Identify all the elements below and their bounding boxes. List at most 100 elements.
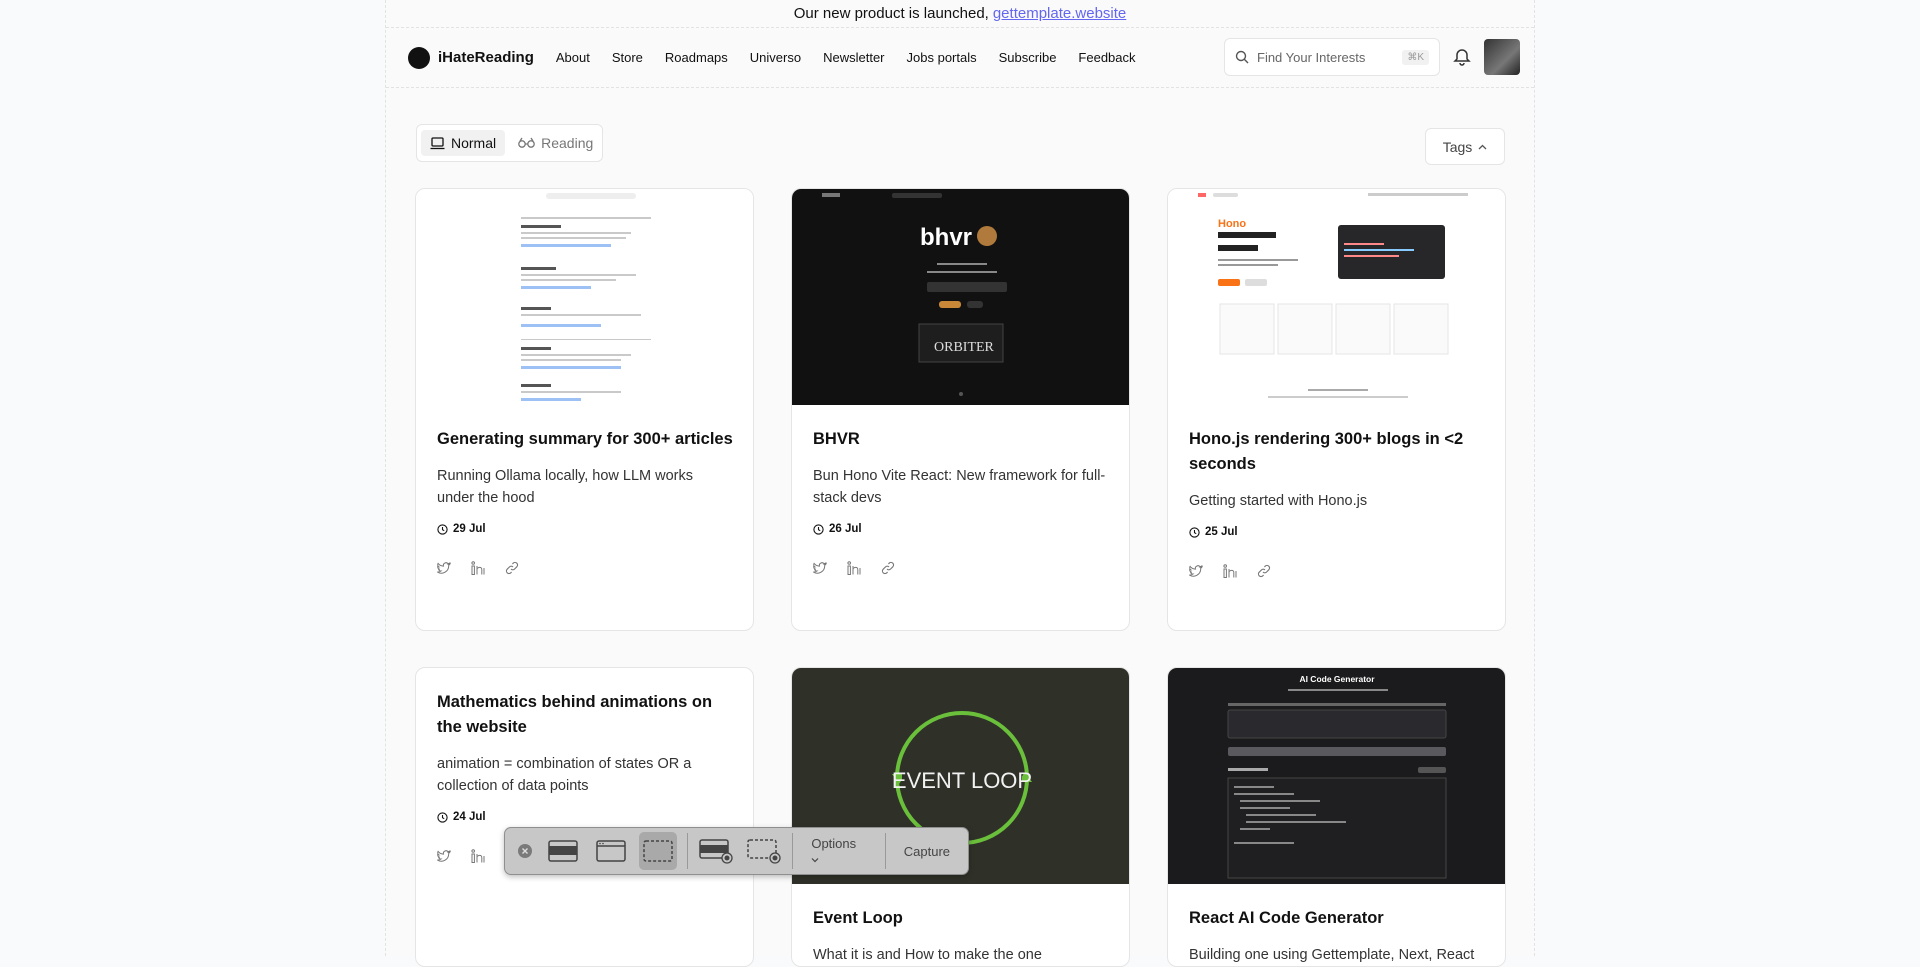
card-title[interactable]: Event Loop: [813, 906, 1109, 931]
laptop-icon: [430, 136, 445, 149]
link-icon[interactable]: [881, 561, 897, 577]
thumbnail-preview: Hono: [1198, 193, 1468, 398]
clock-icon: [1189, 526, 1200, 538]
article-thumbnail: bhvr ORBITER: [792, 189, 1129, 405]
toggle-normal[interactable]: Normal: [421, 130, 506, 156]
article-card[interactable]: Generating summary for 300+ articles Run…: [415, 188, 754, 631]
clock-icon: [437, 523, 448, 535]
svg-text:ORBITER: ORBITER: [934, 340, 995, 355]
clock-icon: [813, 523, 824, 535]
nav-link-jobs-portals[interactable]: Jobs portals: [907, 50, 977, 65]
article-thumbnail: AI Code Generator: [1168, 668, 1505, 884]
twitter-icon[interactable]: [437, 849, 453, 865]
article-thumbnail: [416, 189, 753, 405]
card-title[interactable]: React AI Code Generator: [1189, 906, 1485, 931]
record-selection-button[interactable]: [745, 832, 782, 870]
link-icon[interactable]: [1257, 564, 1273, 580]
linkedin-icon[interactable]: [1223, 564, 1239, 580]
nav-link-universo[interactable]: Universo: [750, 50, 801, 65]
avatar[interactable]: [1484, 39, 1520, 75]
article-card[interactable]: EVENT LOOP Event Loop What it is and How…: [791, 667, 1130, 967]
thumbnail-preview: bhvr ORBITER: [822, 193, 1007, 396]
article-card[interactable]: Hono Hono.js rendering 300+ blogs in <2 …: [1167, 188, 1506, 631]
announcement-bar: Our new product is launched, gettemplate…: [386, 0, 1534, 28]
nav-right: Find Your Interests ⌘K: [1224, 38, 1520, 76]
article-card[interactable]: bhvr ORBITER BHVR Bun Hono Vite React: N…: [791, 188, 1130, 631]
card-title[interactable]: Generating summary for 300+ articles: [437, 427, 733, 452]
toolbar-separator: [884, 833, 886, 869]
card-date-text: 29 Jul: [453, 523, 486, 535]
top-nav: iHateReading About Store Roadmaps Univer…: [386, 28, 1534, 88]
share-links: [1189, 564, 1485, 580]
options-menu-button[interactable]: Options: [803, 836, 874, 866]
thumbnail-preview: [521, 193, 651, 401]
card-date: 26 Jul: [813, 523, 1109, 535]
linkedin-icon[interactable]: [847, 561, 863, 577]
twitter-icon[interactable]: [1189, 564, 1205, 580]
card-date: 24 Jul: [437, 811, 733, 823]
nav-link-subscribe[interactable]: Subscribe: [999, 50, 1057, 65]
card-description: Getting started with Hono.js: [1189, 493, 1368, 509]
linkedin-icon[interactable]: [471, 849, 487, 865]
share-links: [437, 561, 733, 577]
record-screen-icon: [699, 839, 733, 864]
card-description: Building one using Gettemplate, Next, Re…: [1189, 947, 1475, 963]
toggle-reading[interactable]: Reading: [509, 130, 602, 156]
card-title[interactable]: Mathematics behind animations on the web…: [437, 690, 733, 740]
thumb-title: Hono: [1218, 218, 1246, 230]
card-description: Bun Hono Vite React: New framework for f…: [813, 468, 1106, 506]
close-icon: [517, 844, 532, 858]
card-description: Running Ollama locally, how LLM works un…: [437, 468, 694, 506]
search-input[interactable]: Find Your Interests ⌘K: [1224, 38, 1440, 76]
toggle-reading-label: Reading: [541, 135, 594, 151]
toggle-normal-label: Normal: [451, 135, 497, 151]
toolbar-separator: [792, 833, 794, 869]
card-date: 25 Jul: [1189, 526, 1485, 538]
window-icon: [595, 840, 626, 862]
search-shortcut: ⌘K: [1402, 49, 1429, 65]
linkedin-icon[interactable]: [471, 561, 487, 577]
card-title[interactable]: Hono.js rendering 300+ blogs in <2 secon…: [1189, 427, 1485, 477]
card-body: Hono.js rendering 300+ blogs in <2 secon…: [1168, 405, 1505, 580]
nav-link-roadmaps[interactable]: Roadmaps: [665, 50, 728, 65]
article-card[interactable]: AI Code Generator React AI Code Generato…: [1167, 667, 1506, 967]
card-description: animation = combination of states OR a c…: [437, 756, 692, 794]
selection-icon: [643, 840, 673, 862]
nav-link-store[interactable]: Store: [612, 50, 643, 65]
nav-link-feedback[interactable]: Feedback: [1078, 50, 1135, 65]
search-placeholder: Find Your Interests: [1257, 49, 1366, 65]
tags-dropdown[interactable]: Tags: [1425, 128, 1505, 165]
capture-entire-screen-button[interactable]: [545, 832, 582, 870]
record-screen-button[interactable]: [698, 832, 735, 870]
card-title[interactable]: BHVR: [813, 427, 1109, 452]
card-description: What it is and How to make the one: [813, 947, 1042, 963]
options-label: Options: [811, 836, 857, 851]
card-body: Event Loop What it is and How to make th…: [792, 884, 1129, 966]
record-selection-icon: [746, 839, 781, 864]
nav-links: About Store Roadmaps Universo Newsletter…: [556, 50, 1136, 65]
capture-window-button[interactable]: [592, 832, 629, 870]
toolbar-separator: [686, 833, 688, 869]
link-icon[interactable]: [505, 561, 521, 577]
brand-name: iHateReading: [438, 49, 534, 66]
announcement-text: Our new product is launched,: [793, 5, 989, 22]
clock-icon: [437, 811, 448, 823]
nav-link-about[interactable]: About: [556, 50, 590, 65]
page-container: Our new product is launched, gettemplate…: [385, 0, 1535, 967]
capture-selection-button[interactable]: [639, 832, 677, 870]
twitter-icon[interactable]: [437, 561, 453, 577]
nav-link-newsletter[interactable]: Newsletter: [823, 50, 884, 65]
twitter-icon[interactable]: [813, 561, 829, 577]
brand-logo[interactable]: iHateReading: [408, 46, 534, 69]
card-body: BHVR Bun Hono Vite React: New framework …: [792, 405, 1129, 577]
capture-button[interactable]: Capture: [896, 844, 958, 859]
chevron-down-icon: [811, 858, 819, 863]
search-icon: [1235, 50, 1249, 64]
share-links: [813, 561, 1109, 577]
bell-icon[interactable]: [1452, 47, 1472, 67]
article-card[interactable]: Mathematics behind animations on the web…: [415, 667, 754, 967]
thumb-title: EVENT LOOP: [892, 768, 1032, 793]
chevron-up-icon: [1478, 144, 1487, 149]
announcement-link[interactable]: gettemplate.website: [993, 5, 1126, 22]
close-capture-button[interactable]: [515, 832, 535, 870]
